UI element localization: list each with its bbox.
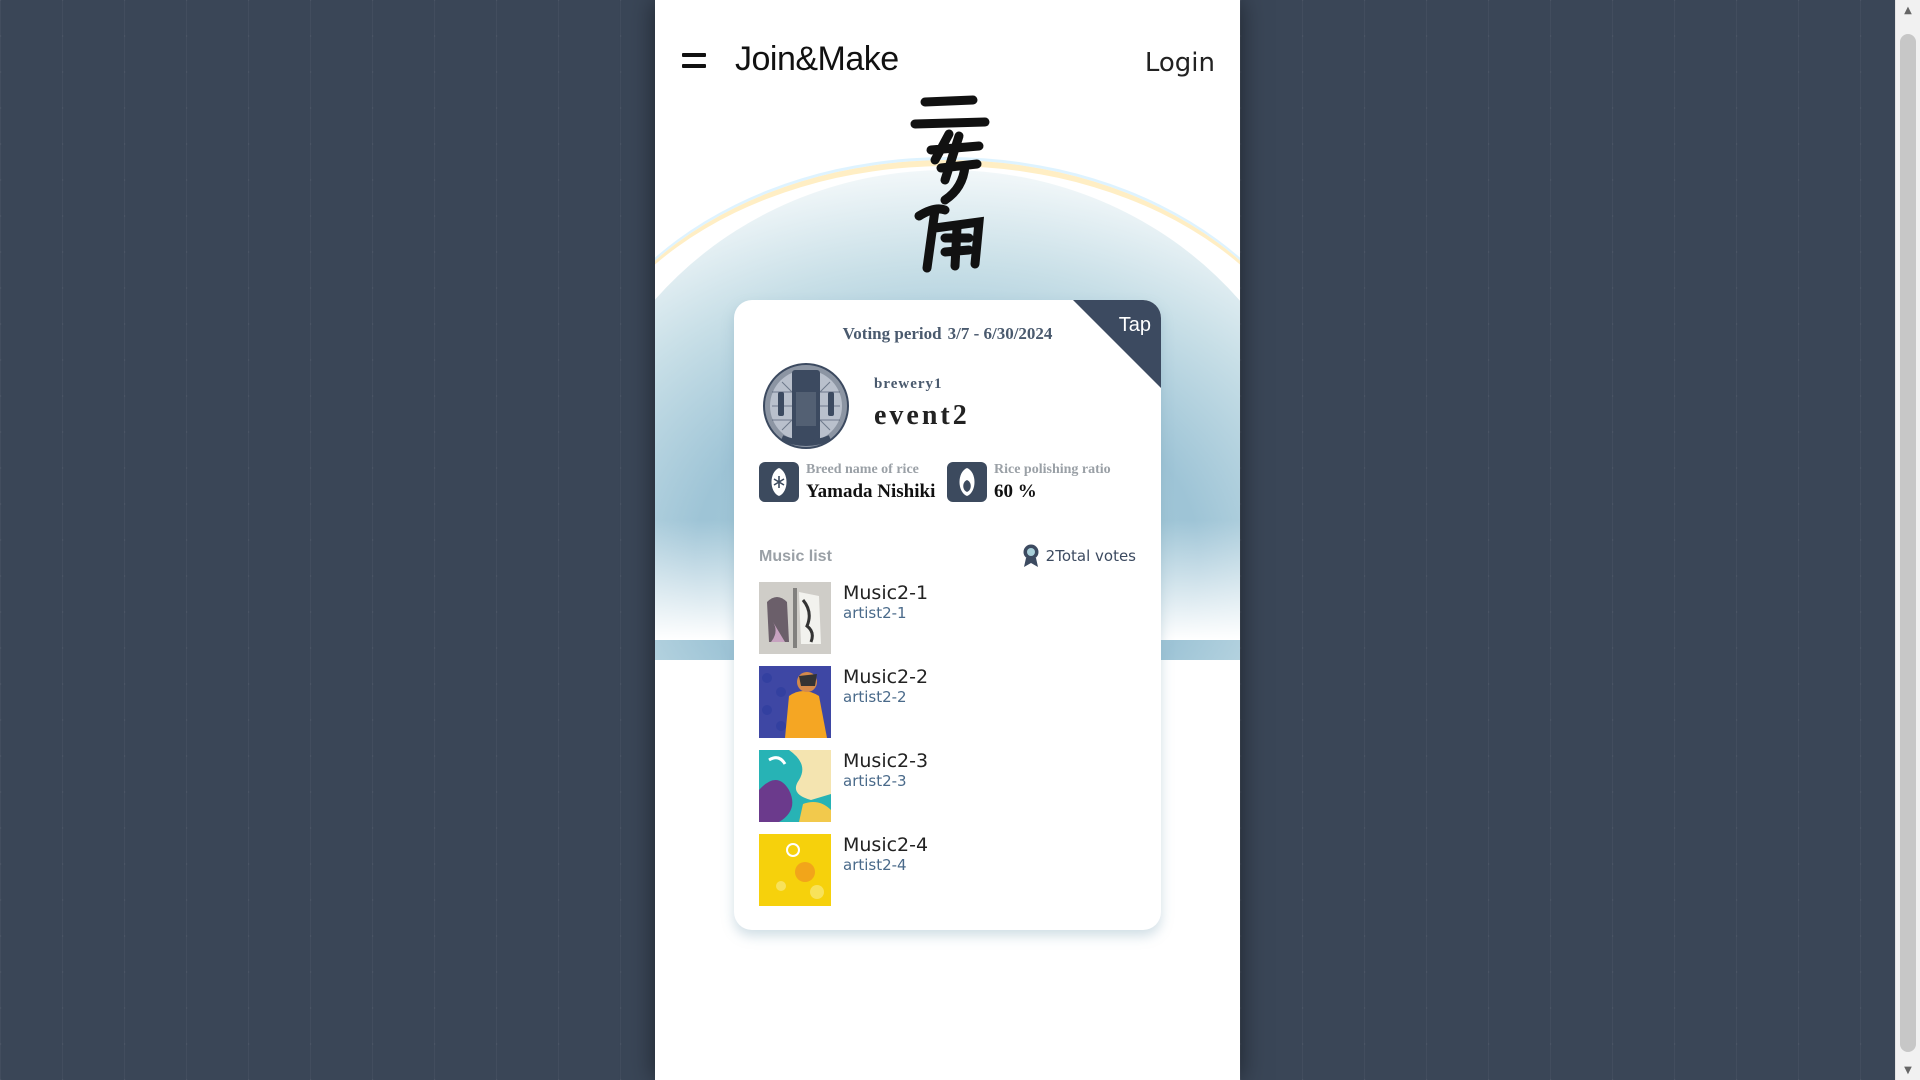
track-cover-art [759,582,831,654]
music-list: Music2-1 artist2-1 Music2-2 artist2-2 Mu… [759,582,1139,918]
polishing-ratio-label: Rice polishing ratio [994,462,1111,477]
voting-period-dates: 3/7 - 6/30/2024 [947,324,1053,343]
polished-rice-icon [947,462,987,502]
brewery-name: brewery1 [874,376,943,392]
brewery-badge-icon [763,363,849,449]
event-card[interactable]: Tap Voting period 3/7 - 6/30/2024 brewery… [734,300,1161,930]
track-cover-art [759,666,831,738]
voting-period-label: Voting period [842,324,942,343]
sake-brand-calligraphy-logo [910,95,990,273]
track-cover-art [759,834,831,906]
award-ribbon-icon [1023,544,1039,567]
vertical-scrollbar[interactable]: ▲ ▼ [1895,0,1920,1080]
track-title: Music2-2 [843,666,929,688]
rice-breed-label: Breed name of rice [806,462,919,477]
scroll-thumb[interactable] [1900,34,1916,1052]
track-cover-art [759,750,831,822]
track-artist: artist2-3 [843,772,907,790]
track-item[interactable]: Music2-2 artist2-2 [759,666,1139,738]
rice-grain-icon [759,462,799,502]
track-item[interactable]: Music2-3 artist2-3 [759,750,1139,822]
total-votes: 2Total votes [1022,544,1136,568]
total-votes-text: 2Total votes [1045,547,1136,565]
track-title: Music2-3 [843,750,929,772]
scroll-up-arrow-icon[interactable]: ▲ [1896,0,1920,20]
brand-logo[interactable]: Join&Make [735,40,899,79]
rice-breed-value: Yamada Nishiki [806,481,936,502]
track-title: Music2-4 [843,834,929,856]
hamburger-menu-icon[interactable] [682,53,706,73]
event-name: event2 [874,400,970,431]
track-artist: artist2-1 [843,604,907,622]
track-title: Music2-1 [843,582,929,604]
music-list-heading: Music list [759,548,832,565]
scroll-down-arrow-icon[interactable]: ▼ [1896,1060,1920,1080]
track-item[interactable]: Music2-1 artist2-1 [759,582,1139,654]
main-panel: Join&Make Login Tap Voting period 3/7 - 6… [655,0,1240,1080]
login-button[interactable]: Login [1145,48,1215,78]
track-artist: artist2-2 [843,688,907,706]
track-artist: artist2-4 [843,856,907,874]
polishing-ratio-value: 60 % [994,481,1037,502]
voting-period: Voting period 3/7 - 6/30/2024 [734,324,1161,344]
track-item[interactable]: Music2-4 artist2-4 [759,834,1139,906]
